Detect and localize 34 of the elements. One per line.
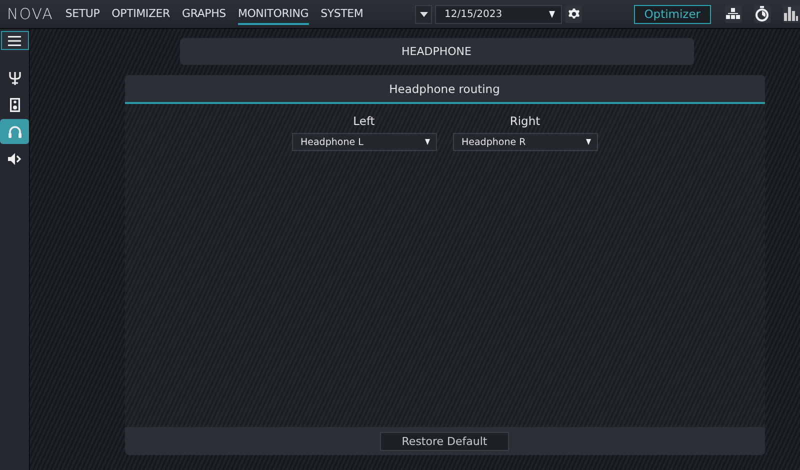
speaker-icon — [10, 98, 20, 112]
settings-icon — [568, 8, 580, 20]
caret-icon — [420, 12, 428, 16]
speaker-arrows-icon — [8, 152, 22, 164]
channel-dropdown[interactable]: Headphone R — [452, 133, 598, 151]
menu-icon — [8, 36, 21, 46]
channel-dropdown[interactable]: Headphone L — [292, 133, 436, 151]
caret-icon — [424, 139, 430, 145]
headphone-icon — [8, 125, 22, 138]
menu-button[interactable] — [0, 31, 28, 50]
channel-label: Right — [510, 114, 540, 128]
stopwatch-button[interactable] — [754, 5, 771, 23]
section-header: HEADPHONE — [180, 38, 694, 65]
logo: NOVA — [7, 5, 54, 23]
hierarchy-button[interactable] — [724, 5, 742, 23]
stopwatch-icon — [755, 6, 770, 22]
date-dropdown[interactable]: 12/15/2023 — [435, 4, 562, 24]
caret-icon — [549, 10, 556, 18]
nav-tab[interactable]: GRAPHS — [182, 4, 226, 24]
bar-chart-button[interactable] — [782, 5, 800, 23]
channel-label: Left — [353, 114, 375, 128]
nav-tab[interactable]: MONITORING — [238, 4, 309, 24]
nav-tab[interactable]: SETUP — [65, 4, 100, 24]
settings-button[interactable] — [565, 5, 582, 23]
hierarchy-icon — [726, 8, 740, 20]
bar-chart-icon — [784, 7, 798, 21]
dropdown-button[interactable] — [415, 4, 432, 24]
nav-tab[interactable]: OPTIMIZER — [112, 4, 170, 24]
restore-default-button[interactable]: Restore Default — [380, 432, 509, 450]
trident-icon — [8, 70, 20, 84]
optimizer-button[interactable]: Optimizer — [634, 4, 711, 24]
nav-tab[interactable]: SYSTEM — [320, 4, 364, 24]
caret-icon — [586, 139, 590, 145]
panel-title: Headphone routing — [124, 75, 764, 104]
